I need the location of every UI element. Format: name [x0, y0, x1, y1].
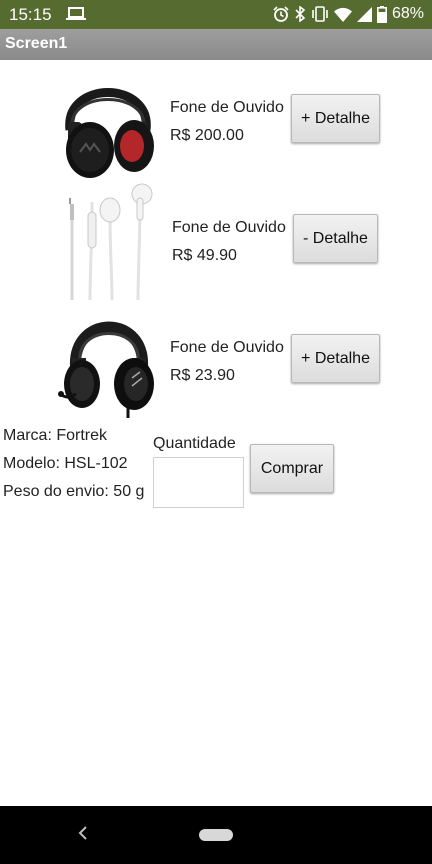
- app-title: Screen1: [5, 35, 68, 52]
- detail-button[interactable]: + Detalhe: [291, 334, 380, 383]
- status-bar: 15:15 68%: [0, 0, 432, 29]
- brand-label: Marca: Fortrek: [3, 427, 108, 444]
- battery-icon: [376, 5, 387, 23]
- bluetooth-icon: [294, 6, 306, 22]
- product-name: Fone de Ouvido: [170, 339, 284, 356]
- product-price: R$ 23.90: [170, 367, 235, 384]
- quantity-input[interactable]: [153, 457, 244, 508]
- wifi-icon: [333, 7, 352, 22]
- product-row: Fone de Ouvido R$ 49.90 - Detalhe: [0, 180, 432, 301]
- navigation-bar: [0, 806, 432, 864]
- product-name: Fone de Ouvido: [170, 99, 284, 116]
- detail-button[interactable]: - Detalhe: [293, 214, 378, 263]
- home-pill-icon[interactable]: [199, 829, 233, 841]
- product-image: [56, 60, 160, 185]
- signal-icon: [356, 6, 372, 22]
- battery-percent: 68%: [391, 5, 424, 22]
- app-title-bar: Screen1: [0, 29, 432, 60]
- detail-button[interactable]: + Detalhe: [291, 94, 380, 143]
- product-price: R$ 200.00: [170, 127, 244, 144]
- back-icon[interactable]: [76, 824, 90, 847]
- product-price: R$ 49.90: [172, 247, 237, 264]
- product-row: Fone de Ouvido R$ 23.90 + Detalhe: [0, 300, 432, 420]
- alarm-icon: [273, 6, 289, 22]
- vibrate-icon: [311, 6, 329, 22]
- status-icons: 68%: [273, 5, 424, 23]
- quantity-label: Quantidade: [153, 435, 236, 452]
- product-row: Fone de Ouvido R$ 200.00 + Detalhe: [0, 60, 432, 180]
- model-label: Modelo: HSL-102: [3, 455, 128, 472]
- product-name: Fone de Ouvido: [172, 219, 286, 236]
- product-image: [62, 182, 156, 307]
- weight-label: Peso do envio: 50 g: [3, 483, 145, 500]
- laptop-icon: [66, 7, 86, 26]
- product-image: [58, 302, 158, 423]
- status-time: 15:15: [9, 5, 52, 24]
- buy-button[interactable]: Comprar: [250, 444, 334, 493]
